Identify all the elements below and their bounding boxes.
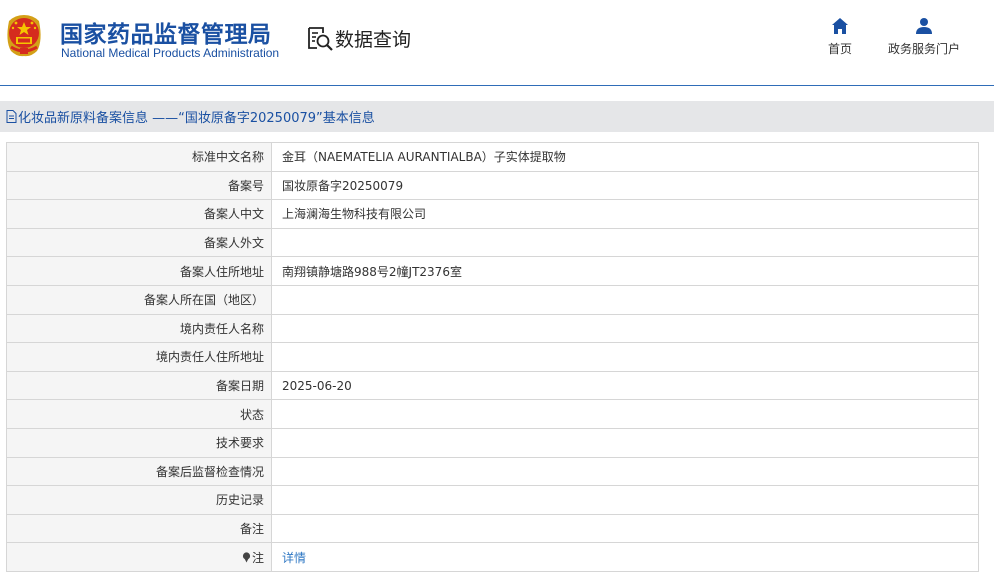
field-value [271, 485, 979, 515]
nav-service-portal-link[interactable]: 政务服务门户 [886, 17, 962, 57]
table-row: 境内责任人住所地址 [6, 342, 979, 372]
field-value [271, 284, 979, 315]
table-row: 备案人中文 上海澜海生物科技有限公司 [6, 199, 979, 229]
document-icon [6, 110, 17, 123]
table-row: 备案人住所地址 南翔镇静塘路988号2幢JT2376室 [6, 256, 979, 286]
field-value [271, 427, 979, 458]
home-icon [832, 18, 848, 34]
data-query-label: 数据查询 [335, 28, 412, 51]
field-label: 标准中文名称 [6, 142, 272, 172]
field-value [271, 342, 979, 372]
table-row: 标准中文名称 金耳（NAEMATELIA AURANTIALBA）子实体提取物 [6, 142, 979, 172]
database-search-icon [308, 27, 333, 51]
field-label: 备案人住所地址 [6, 256, 272, 286]
note-value-cell: 详情 [271, 542, 979, 572]
field-value: 南翔镇静塘路988号2幢JT2376室 [271, 256, 979, 286]
field-label: 备案号 [6, 170, 272, 201]
field-value: 上海澜海生物科技有限公司 [271, 199, 979, 229]
field-value [271, 399, 979, 429]
field-value [271, 456, 979, 487]
pin-icon [242, 552, 251, 563]
note-row: 注 详情 [6, 542, 979, 572]
site-header: 国家药品监督管理局 National Medical Products Admi… [0, 0, 994, 86]
national-emblem-icon [7, 15, 41, 57]
table-row: 技术要求 [6, 427, 979, 458]
field-label: 境内责任人名称 [6, 313, 272, 344]
field-value [271, 227, 979, 258]
table-row: 境内责任人名称 [6, 313, 979, 344]
record-title-bar: 化妆品新原料备案信息 ——“国妆原备字20250079”基本信息 [0, 101, 994, 132]
table-row: 备案人所在国（地区） [6, 284, 979, 315]
nav-home-label: 首页 [827, 42, 852, 56]
field-label: 备案日期 [6, 370, 272, 401]
field-label: 备案人所在国（地区） [6, 284, 272, 315]
table-row: 备案日期 2025-06-20 [6, 370, 979, 401]
field-label: 备案人外文 [6, 227, 272, 258]
field-label: 备注 [6, 513, 272, 544]
field-label: 状态 [6, 399, 272, 429]
table-row: 备案号 国妆原备字20250079 [6, 170, 979, 201]
record-title: 化妆品新原料备案信息 ——“国妆原备字20250079”基本信息 [18, 111, 375, 126]
field-label: 历史记录 [6, 485, 272, 515]
record-detail-table: 标准中文名称 金耳（NAEMATELIA AURANTIALBA）子实体提取物 … [6, 142, 979, 572]
field-value: 金耳（NAEMATELIA AURANTIALBA）子实体提取物 [271, 142, 979, 172]
table-row: 备案人外文 [6, 227, 979, 258]
field-value: 2025-06-20 [271, 370, 979, 401]
nav-home-link[interactable]: 首页 [826, 17, 854, 57]
table-row: 备注 [6, 513, 979, 544]
org-name-en: National Medical Products Administration [61, 46, 280, 60]
org-name-cn: 国家药品监督管理局 [60, 22, 272, 48]
note-label-cell: 注 [6, 542, 272, 572]
field-label: 技术要求 [6, 427, 272, 458]
table-row: 状态 [6, 399, 979, 429]
user-icon [916, 18, 932, 34]
note-label: 注 [251, 550, 264, 565]
data-query-heading: 数据查询 [306, 24, 411, 52]
field-value [271, 513, 979, 544]
details-link[interactable]: 详情 [282, 551, 306, 565]
field-label: 境内责任人住所地址 [6, 342, 272, 372]
table-row: 历史记录 [6, 485, 979, 515]
field-label: 备案人中文 [6, 199, 272, 229]
table-row: 备案后监督检查情况 [6, 456, 979, 487]
field-value [271, 313, 979, 344]
field-value: 国妆原备字20250079 [271, 170, 979, 201]
field-label: 备案后监督检查情况 [6, 456, 272, 487]
nav-service-portal-label: 政务服务门户 [887, 42, 960, 56]
